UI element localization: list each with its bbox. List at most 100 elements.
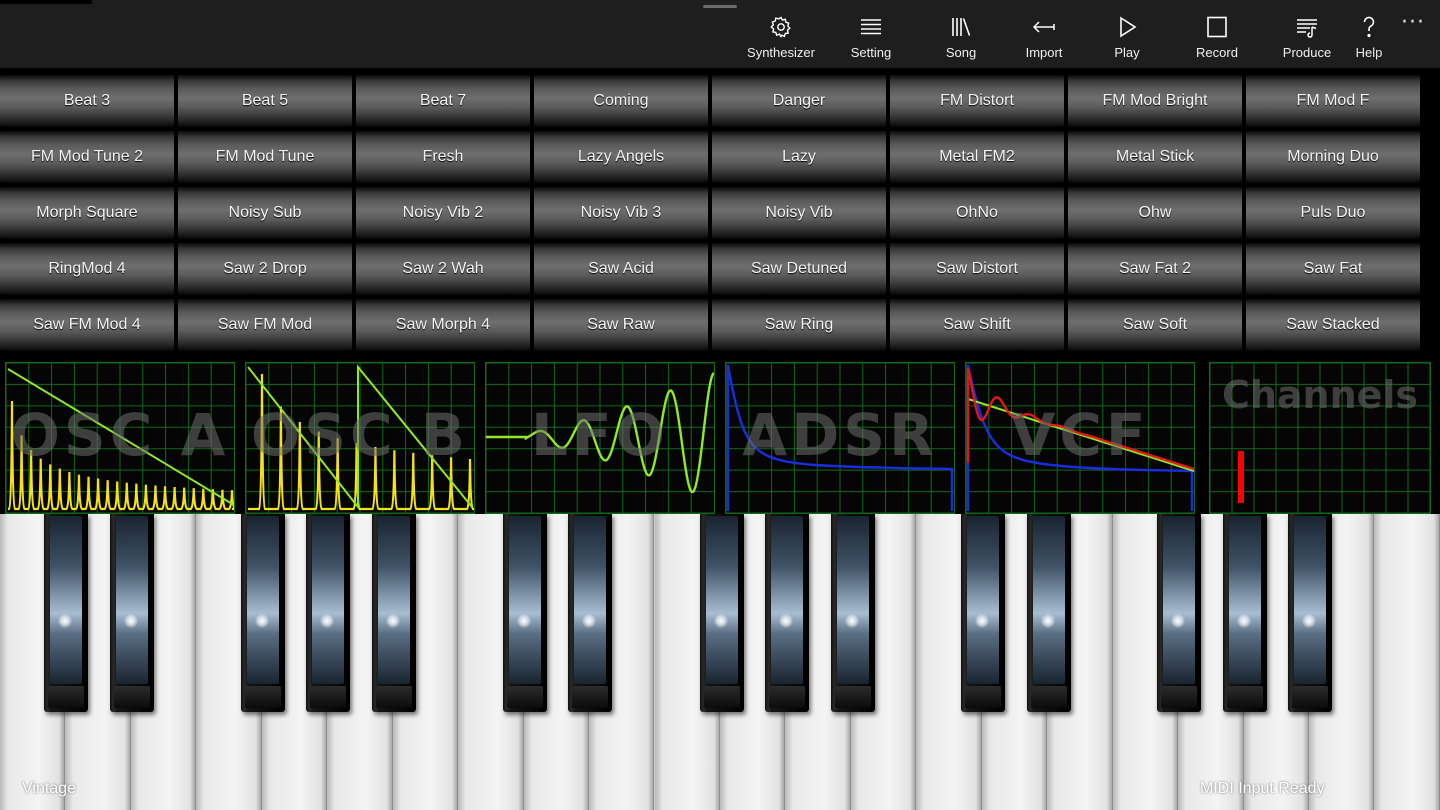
app-bar: Synthesizer Setting Song Import Play Rec…	[0, 0, 1440, 70]
preset-button[interactable]: Saw Detuned	[712, 243, 886, 295]
vcf-grid	[966, 363, 1194, 513]
preset-button[interactable]: Morning Duo	[1246, 131, 1420, 183]
adsr-display	[726, 363, 954, 513]
preset-button[interactable]: Noisy Sub	[178, 187, 352, 239]
preset-button[interactable]: Saw Soft	[1068, 299, 1242, 351]
preset-button[interactable]: OhNo	[890, 187, 1064, 239]
song-button[interactable]: Song	[921, 0, 1001, 68]
harmonic-spectrum	[7, 400, 234, 511]
vcf-panel[interactable]: VCF	[965, 362, 1195, 514]
preset-button[interactable]: Noisy Vib	[712, 187, 886, 239]
play-icon	[1120, 16, 1137, 38]
preset-button[interactable]: Saw Morph 4	[356, 299, 530, 351]
black-key[interactable]	[241, 514, 285, 712]
preset-button[interactable]: Puls Duo	[1246, 187, 1420, 239]
osc-a-display	[6, 363, 234, 513]
osc-b-display	[246, 363, 474, 513]
black-key[interactable]	[961, 514, 1005, 712]
produce-label: Produce	[1282, 45, 1332, 60]
black-key[interactable]	[306, 514, 350, 712]
preset-button[interactable]: Saw Raw	[534, 299, 708, 351]
adsr-grid	[726, 363, 954, 513]
osc-a-panel[interactable]: OSC A	[5, 362, 235, 514]
preset-button[interactable]: Lazy	[712, 131, 886, 183]
preset-button[interactable]: Saw Acid	[534, 243, 708, 295]
list-icon	[861, 19, 881, 35]
preset-button[interactable]: Saw Distort	[890, 243, 1064, 295]
black-key[interactable]	[110, 514, 154, 712]
preset-button[interactable]: Lazy Angels	[534, 131, 708, 183]
black-key[interactable]	[1288, 514, 1332, 712]
black-key[interactable]	[831, 514, 875, 712]
more-options-button[interactable]: ···	[1396, 10, 1430, 40]
synthesizer-label: Synthesizer	[747, 45, 815, 60]
preset-button[interactable]: Beat 7	[356, 75, 530, 127]
preset-button[interactable]: Beat 3	[0, 75, 174, 127]
question-icon	[1363, 16, 1375, 38]
preset-button[interactable]: Danger	[712, 75, 886, 127]
preset-button[interactable]: Saw Stacked	[1246, 299, 1420, 351]
preset-button[interactable]: Saw Ring	[712, 299, 886, 351]
library-icon	[952, 18, 971, 36]
osc-a-spectrum	[7, 400, 234, 511]
preset-button[interactable]: FM Mod F	[1246, 75, 1420, 127]
osc-b-panel[interactable]: OSC B	[245, 362, 475, 514]
vcf-resonance-curve	[966, 368, 1194, 471]
black-key[interactable]	[1027, 514, 1071, 712]
preset-button[interactable]: Morph Square	[0, 187, 174, 239]
window-drag-grip[interactable]	[703, 5, 737, 8]
black-key[interactable]	[1157, 514, 1201, 712]
preset-button[interactable]: Saw FM Mod	[178, 299, 352, 351]
preset-button[interactable]: Saw Shift	[890, 299, 1064, 351]
synthesizer-button[interactable]: Synthesizer	[741, 0, 821, 68]
adsr-panel[interactable]: ADSR	[725, 362, 955, 514]
play-label: Play	[1114, 45, 1140, 60]
playlist-icon	[1297, 19, 1317, 38]
song-label: Song	[945, 45, 977, 60]
vcf-display	[966, 363, 1194, 513]
white-key[interactable]	[1374, 514, 1440, 810]
record-label: Record	[1196, 45, 1238, 60]
preset-button[interactable]: Ohw	[1068, 187, 1242, 239]
preset-button[interactable]: Saw Fat	[1246, 243, 1420, 295]
preset-button[interactable]: FM Mod Bright	[1068, 75, 1242, 127]
black-key[interactable]	[765, 514, 809, 712]
preset-grid: Beat 3 Beat 5 Beat 7 Coming Danger FM Distort…	[0, 75, 1420, 355]
lfo-display	[486, 363, 714, 513]
setting-label: Setting	[850, 45, 892, 60]
black-key[interactable]	[372, 514, 416, 712]
preset-button[interactable]: Saw 2 Wah	[356, 243, 530, 295]
preset-button[interactable]: Fresh	[356, 131, 530, 183]
preset-button[interactable]: Metal FM2	[890, 131, 1064, 183]
black-key[interactable]	[503, 514, 547, 712]
vcf-cutoff-line	[967, 398, 1194, 472]
black-key[interactable]	[700, 514, 744, 712]
piano-keyboard	[0, 514, 1440, 810]
preset-button[interactable]: Saw Fat 2	[1068, 243, 1242, 295]
setting-button[interactable]: Setting	[831, 0, 911, 68]
black-key[interactable]	[568, 514, 612, 712]
record-button[interactable]: Record	[1177, 0, 1257, 68]
preset-button[interactable]: Saw 2 Drop	[178, 243, 352, 295]
preset-button[interactable]: RingMod 4	[0, 243, 174, 295]
channels-display	[1210, 363, 1430, 513]
preset-button[interactable]: Noisy Vib 2	[356, 187, 530, 239]
black-key[interactable]	[44, 514, 88, 712]
preset-button[interactable]: Coming	[534, 75, 708, 127]
preset-button[interactable]: FM Mod Tune	[178, 131, 352, 183]
import-button[interactable]: Import	[1004, 0, 1084, 68]
preset-button[interactable]: Metal Stick	[1068, 131, 1242, 183]
stop-square-icon	[1207, 16, 1227, 38]
preset-button[interactable]: FM Mod Tune 2	[0, 131, 174, 183]
import-arrow-icon	[1032, 21, 1055, 33]
black-key[interactable]	[1223, 514, 1267, 712]
lfo-panel[interactable]: LFO	[485, 362, 715, 514]
play-button[interactable]: Play	[1087, 0, 1167, 68]
window-corner-block	[0, 0, 92, 4]
preset-button[interactable]: Noisy Vib 3	[534, 187, 708, 239]
preset-button[interactable]: FM Distort	[890, 75, 1064, 127]
preset-button[interactable]: Saw FM Mod 4	[0, 299, 174, 351]
help-label: Help	[1355, 45, 1383, 60]
preset-button[interactable]: Beat 5	[178, 75, 352, 127]
channels-panel[interactable]: Channels	[1209, 362, 1431, 514]
